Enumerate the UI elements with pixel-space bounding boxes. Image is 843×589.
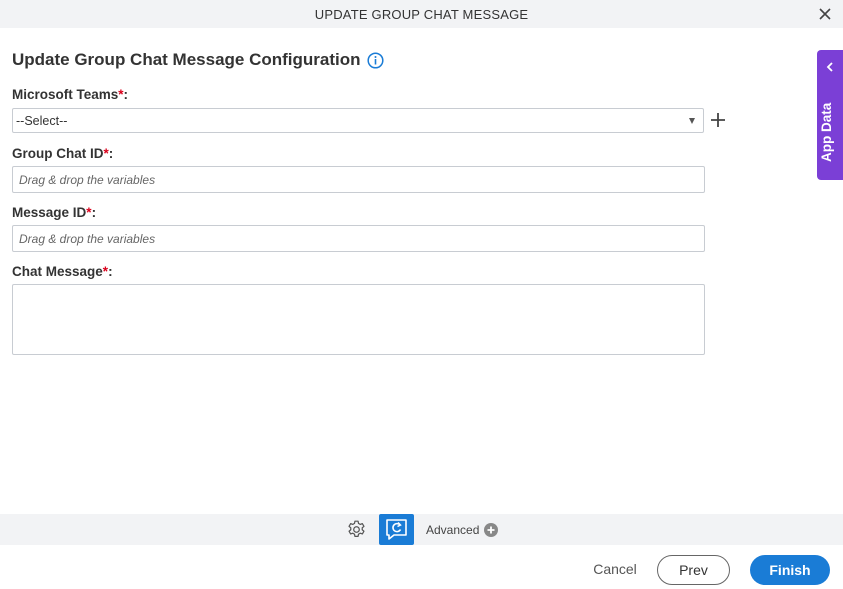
page-title: Update Group Chat Message Configuration [12,50,361,69]
info-icon[interactable] [367,52,384,69]
finish-button[interactable]: Finish [750,555,830,585]
plus-circle-icon[interactable] [484,523,498,537]
message-id-label: Message ID*: [12,205,97,220]
app-data-label: App Data [819,102,834,162]
bottom-toolbar: Advanced [0,514,843,545]
plus-icon[interactable] [709,111,727,129]
footer: Cancel Prev Finish [0,545,843,589]
refresh-icon [386,519,407,540]
caret-down-icon [689,118,695,124]
title-bar: UPDATE GROUP CHAT MESSAGE [0,0,843,28]
cancel-button[interactable]: Cancel [582,556,648,582]
group-chat-id-label: Group Chat ID*: [12,146,114,161]
refresh-button[interactable] [379,514,414,545]
app-data-tab[interactable]: App Data [817,50,843,180]
chat-message-textarea[interactable] [13,285,704,354]
microsoft-teams-label: Microsoft Teams*: [12,87,129,102]
select-value: --Select-- [16,114,68,128]
microsoft-teams-select[interactable]: --Select-- [12,108,704,133]
chat-message-field[interactable] [12,284,705,355]
advanced-label[interactable]: Advanced [426,523,479,537]
chat-message-label: Chat Message*: [12,264,113,279]
message-id-field[interactable] [12,225,705,252]
close-icon[interactable] [817,6,833,22]
chevron-left-icon [826,62,833,72]
gear-icon[interactable] [346,519,367,540]
message-id-input[interactable] [13,226,704,251]
group-chat-id-field[interactable] [12,166,705,193]
window-title: UPDATE GROUP CHAT MESSAGE [314,7,529,22]
prev-button[interactable]: Prev [657,555,730,585]
group-chat-id-input[interactable] [13,167,704,192]
